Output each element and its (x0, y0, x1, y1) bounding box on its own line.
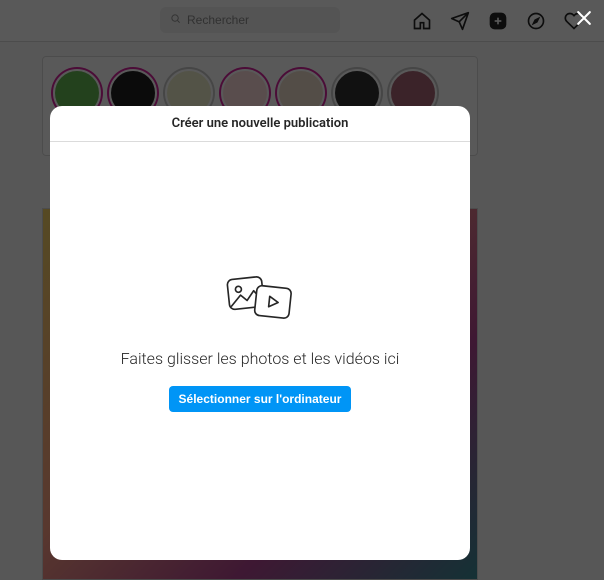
close-icon[interactable] (572, 6, 596, 30)
drag-instruction-text: Faites glisser les photos et les vidéos … (121, 349, 400, 368)
create-post-modal: Créer une nouvelle publication Faites gl… (50, 106, 470, 560)
modal-title: Créer une nouvelle publication (50, 106, 470, 142)
modal-body[interactable]: Faites glisser les photos et les vidéos … (50, 142, 470, 560)
select-from-computer-button[interactable]: Sélectionner sur l'ordinateur (169, 386, 352, 412)
photo-video-icon (224, 271, 296, 331)
